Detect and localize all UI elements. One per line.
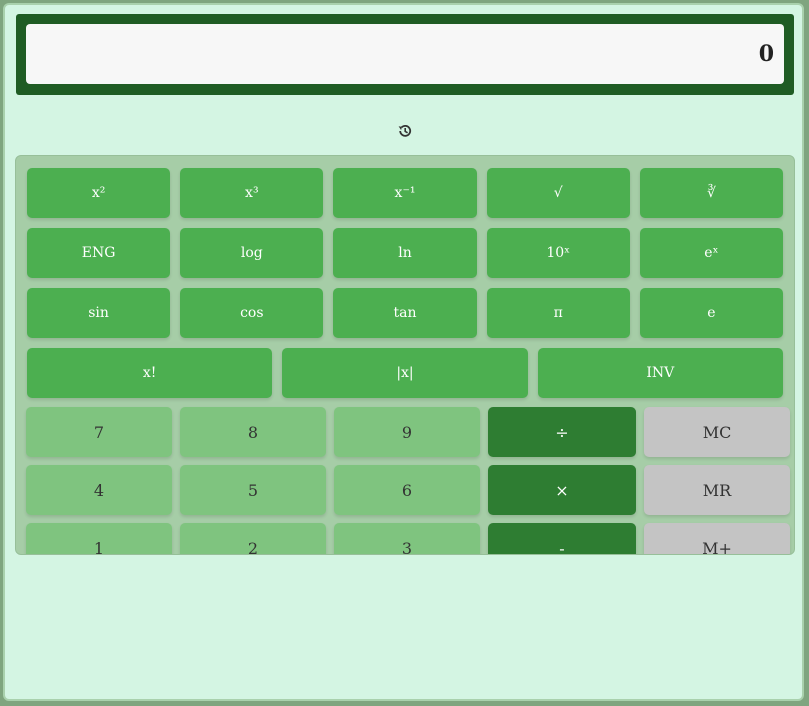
digit-9-button[interactable]: 9: [334, 407, 480, 457]
exp-button[interactable]: eˣ: [639, 228, 784, 278]
basic-row-2: 4 5 6 × MR: [26, 465, 790, 515]
ten-power-button[interactable]: 10ˣ: [486, 228, 630, 278]
cos-button[interactable]: cos: [180, 288, 324, 338]
square-button[interactable]: x²: [27, 168, 171, 218]
sci-row-1: x² x³ x⁻¹ √ ∛: [27, 168, 784, 218]
digit-8-button[interactable]: 8: [180, 407, 326, 457]
basic-row-1: 7 8 9 ÷ MC: [26, 407, 790, 457]
pi-button[interactable]: π: [486, 288, 630, 338]
digit-5-button[interactable]: 5: [180, 465, 326, 515]
cube-button[interactable]: x³: [180, 168, 324, 218]
memory-recall-button[interactable]: MR: [644, 465, 790, 515]
history-button[interactable]: [394, 120, 416, 142]
sin-button[interactable]: sin: [27, 288, 171, 338]
multiply-button[interactable]: ×: [488, 465, 636, 515]
divide-button[interactable]: ÷: [488, 407, 636, 457]
cube-root-button[interactable]: ∛: [639, 168, 784, 218]
factorial-button[interactable]: x!: [27, 348, 273, 398]
calculator-app: 0 x² x³ x⁻¹ √ ∛ ENG log ln 10ˣ eˣ sin co…: [3, 3, 804, 701]
keypad: x² x³ x⁻¹ √ ∛ ENG log ln 10ˣ eˣ sin cos …: [15, 155, 795, 555]
eng-button[interactable]: ENG: [27, 228, 171, 278]
euler-button[interactable]: e: [639, 288, 784, 338]
history-icon: [398, 124, 412, 137]
digit-2-button[interactable]: 2: [180, 523, 326, 554]
square-root-button[interactable]: √: [486, 168, 630, 218]
log-button[interactable]: log: [180, 228, 324, 278]
digit-3-button[interactable]: 3: [334, 523, 480, 554]
digit-7-button[interactable]: 7: [26, 407, 172, 457]
display-value: 0: [26, 24, 784, 84]
display-frame: 0: [16, 14, 794, 95]
sci-row-4: x! |x| INV: [27, 348, 783, 398]
ln-button[interactable]: ln: [333, 228, 477, 278]
digit-6-button[interactable]: 6: [334, 465, 480, 515]
sci-row-2: ENG log ln 10ˣ eˣ: [27, 228, 784, 278]
memory-clear-button[interactable]: MC: [644, 407, 790, 457]
reciprocal-button[interactable]: x⁻¹: [333, 168, 477, 218]
memory-add-button[interactable]: M+: [644, 523, 790, 554]
basic-row-3: 1 2 3 - M+: [26, 523, 790, 554]
digit-4-button[interactable]: 4: [26, 465, 172, 515]
inv-button[interactable]: INV: [537, 348, 783, 398]
digit-1-button[interactable]: 1: [26, 523, 172, 554]
abs-button[interactable]: |x|: [282, 348, 528, 398]
tan-button[interactable]: tan: [333, 288, 477, 338]
subtract-button[interactable]: -: [488, 523, 636, 554]
sci-row-3: sin cos tan π e: [27, 288, 784, 338]
